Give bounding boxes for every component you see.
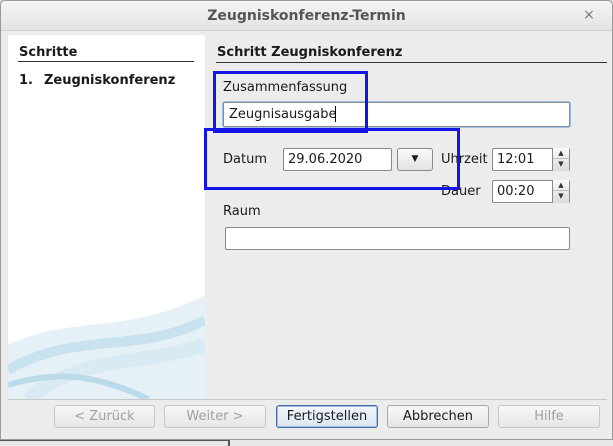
spin-down-icon[interactable]: ▼ <box>553 159 569 170</box>
decorative-swoosh-image <box>8 295 205 399</box>
spin-up-icon[interactable]: ▲ <box>553 148 569 159</box>
steps-heading: Schritte <box>19 45 78 60</box>
spin-down-icon[interactable]: ▼ <box>553 191 569 202</box>
time-spin-buttons: ▲ ▼ <box>552 148 569 171</box>
window-title: Zeugniskonferenz-Termin <box>207 8 406 24</box>
room-input[interactable] <box>225 227 570 250</box>
finish-button[interactable]: Fertigstellen <box>276 405 378 428</box>
button-row-divider <box>8 399 607 400</box>
content-heading: Schritt Zeugniskonferenz <box>217 45 403 60</box>
duration-spin-buttons: ▲ ▼ <box>552 180 569 203</box>
close-icon[interactable]: × <box>581 7 597 23</box>
step-number: 1. <box>19 73 33 88</box>
step-item-zeugniskonferenz[interactable]: Zeugniskonferenz <box>44 73 175 88</box>
spin-up-icon[interactable]: ▲ <box>553 180 569 191</box>
highlight-box-summary <box>213 71 368 133</box>
content-divider <box>216 62 607 63</box>
highlight-box-date <box>204 128 460 190</box>
time-spinbox[interactable]: 12:01 ▲ ▼ <box>492 148 570 171</box>
duration-value: 00:20 <box>497 184 535 199</box>
dialog-window: Zeugniskonferenz-Termin × Schritte 1. Ze… <box>0 0 613 440</box>
cancel-button[interactable]: Abbrechen <box>387 405 489 428</box>
back-button[interactable]: < Zurück <box>54 405 155 428</box>
steps-panel: Schritte 1. Zeugniskonferenz <box>8 35 205 399</box>
next-button[interactable]: Weiter > <box>164 405 266 428</box>
time-value: 12:01 <box>497 152 535 167</box>
room-label: Raum <box>223 204 261 219</box>
background-window-edge <box>0 440 230 446</box>
duration-spinbox[interactable]: 00:20 ▲ ▼ <box>492 180 570 203</box>
title-bar[interactable]: Zeugniskonferenz-Termin × <box>1 1 612 31</box>
steps-divider <box>18 61 194 62</box>
help-button[interactable]: Hilfe <box>498 405 600 428</box>
